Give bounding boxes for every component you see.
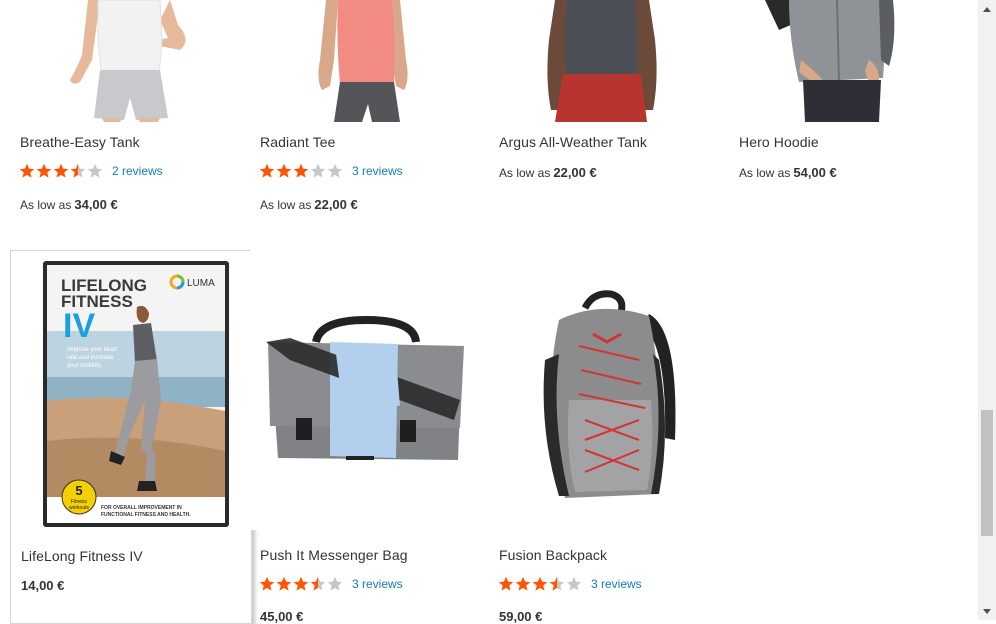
price-label: As low as <box>260 198 312 212</box>
product-item[interactable]: Radiant Tee 3 reviews As low as 22,00 € <box>250 0 490 230</box>
star-icon <box>293 163 309 178</box>
product-price: 45,00 € <box>260 609 304 624</box>
product-price: As low as 34,00 € <box>20 197 118 212</box>
price-label: As low as <box>739 166 791 180</box>
vertical-scrollbar[interactable] <box>978 0 996 620</box>
triangle-down-icon <box>983 608 991 614</box>
price-amount: 22,00 € <box>553 165 597 180</box>
rating-stars <box>19 163 104 179</box>
dvd-badge-number: 5 <box>75 483 82 498</box>
product-name[interactable]: Argus All-Weather Tank <box>499 134 647 150</box>
product-price: As low as 22,00 € <box>499 165 597 180</box>
price-amount: 22,00 € <box>314 197 358 212</box>
product-image[interactable] <box>489 250 729 530</box>
product-item[interactable]: Hero Hoodie As low as 54,00 € <box>729 0 969 230</box>
star-icon <box>259 163 275 178</box>
product-item[interactable]: Fusion Backpack 3 reviews 59,00 € <box>489 250 729 624</box>
product-item[interactable]: Argus All-Weather Tank As low as 22,00 € <box>489 0 729 230</box>
star-icon <box>327 163 343 178</box>
star-icon <box>498 576 514 591</box>
product-name[interactable]: LifeLong Fitness IV <box>21 548 143 564</box>
product-image[interactable] <box>250 250 490 530</box>
rating-stars <box>259 163 344 179</box>
reviews-link[interactable]: 3 reviews <box>352 577 403 591</box>
product-image[interactable] <box>10 0 250 122</box>
product-name[interactable]: Hero Hoodie <box>739 134 819 150</box>
triangle-up-icon <box>983 6 991 12</box>
dvd-tagline2: rate and increase <box>67 355 114 361</box>
product-price: 14,00 € <box>21 578 65 593</box>
star-icon <box>310 163 326 178</box>
star-icon <box>549 576 565 591</box>
product-item[interactable]: Push It Messenger Bag 3 reviews 45,00 € <box>250 250 490 624</box>
star-icon <box>310 576 326 591</box>
star-icon <box>327 576 343 591</box>
product-name[interactable]: Radiant Tee <box>260 134 336 150</box>
dvd-footer2: FUNCTIONAL FITNESS AND HEALTH. <box>101 512 191 518</box>
price-label: As low as <box>499 166 551 180</box>
product-image[interactable] <box>729 0 969 122</box>
product-image[interactable] <box>250 0 490 122</box>
product-name[interactable]: Fusion Backpack <box>499 547 607 563</box>
star-icon <box>36 163 52 178</box>
star-icon <box>276 576 292 591</box>
product-price: As low as 54,00 € <box>739 165 837 180</box>
product-price: 59,00 € <box>499 609 543 624</box>
rating-stars <box>259 576 344 592</box>
reviews-link[interactable]: 2 reviews <box>112 164 163 178</box>
dvd-tagline1: Improve your heart <box>67 347 118 353</box>
star-icon <box>293 576 309 591</box>
dvd-brand: LUMA <box>187 278 215 289</box>
product-name[interactable]: Push It Messenger Bag <box>260 547 408 563</box>
dvd-badge-text2: workouts <box>69 505 90 511</box>
star-icon <box>276 163 292 178</box>
product-price: As low as 22,00 € <box>260 197 358 212</box>
reviews-link[interactable]: 3 reviews <box>591 577 642 591</box>
product-rating: 3 reviews <box>259 162 403 180</box>
star-icon <box>532 576 548 591</box>
star-icon <box>566 576 582 591</box>
scrollbar-thumb[interactable] <box>981 410 993 536</box>
dvd-footer1: FOR OVERALL IMPROVEMENT IN <box>101 505 182 511</box>
product-rating: 3 reviews <box>259 575 403 593</box>
product-item[interactable]: Breathe-Easy Tank 2 reviews As low as 34,… <box>10 0 250 230</box>
reviews-link[interactable]: 3 reviews <box>352 164 403 178</box>
rating-stars <box>498 576 583 592</box>
price-amount: 54,00 € <box>793 165 837 180</box>
dvd-title-line3: IV <box>63 307 95 345</box>
product-image[interactable] <box>489 0 729 122</box>
star-icon <box>515 576 531 591</box>
star-icon <box>259 576 275 591</box>
product-image[interactable]: LIFELONG FITNESS IV LUMA Improve your he… <box>11 251 251 531</box>
star-icon <box>53 163 69 178</box>
product-rating: 3 reviews <box>498 575 642 593</box>
product-name[interactable]: Breathe-Easy Tank <box>20 134 140 150</box>
scroll-up-button[interactable] <box>978 0 996 17</box>
product-item[interactable]: LIFELONG FITNESS IV LUMA Improve your he… <box>10 250 252 624</box>
star-icon <box>87 163 103 178</box>
price-label: As low as <box>20 198 72 212</box>
star-icon <box>19 163 35 178</box>
star-icon <box>70 163 86 178</box>
price-amount: 34,00 € <box>74 197 118 212</box>
product-grid: Breathe-Easy Tank 2 reviews As low as 34,… <box>0 0 978 624</box>
product-rating: 2 reviews <box>19 162 163 180</box>
scroll-down-button[interactable] <box>978 603 996 620</box>
dvd-tagline3: your mobility. <box>67 363 102 369</box>
